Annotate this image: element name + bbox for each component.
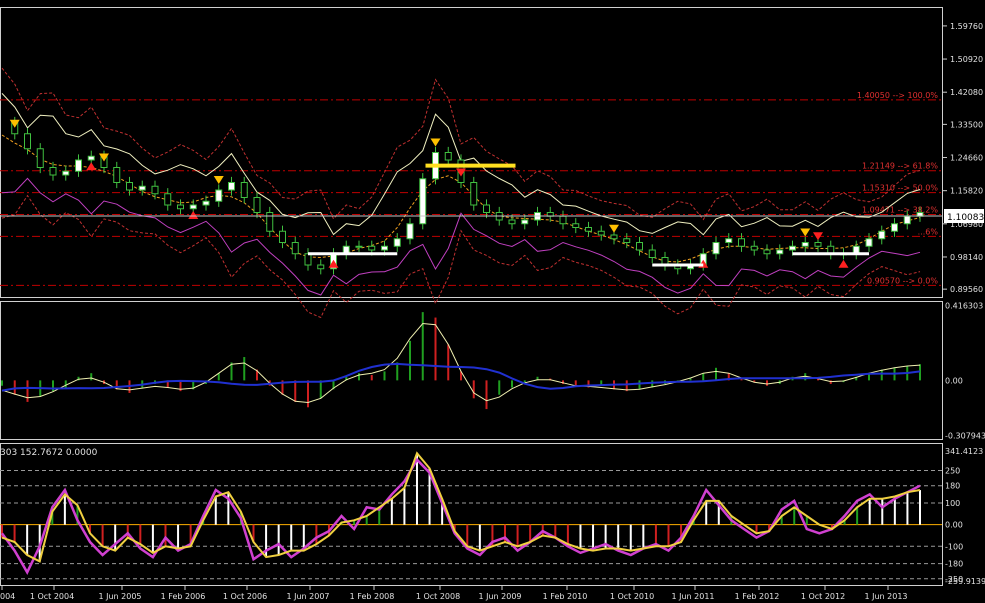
oscillator-tick-label: 0.00 [945,376,963,385]
candle-body [865,238,873,247]
candle-body [355,245,363,248]
candle-body [610,234,618,240]
candle-body [712,242,720,255]
candle-body [189,204,197,210]
price-tick-label: 1.24660 [950,154,983,163]
candle-body [291,242,299,255]
candle-body [381,245,388,251]
candle-body [406,223,414,240]
candle-body [164,193,172,206]
candle-body [725,238,733,243]
candle-body [215,189,223,202]
cci-tick-label: 100 [945,499,960,508]
candle-body [304,253,312,266]
time-tick-label: 1 Jun 2011 [671,592,714,601]
candle-body [113,167,121,183]
price-tick-label: 1.50920 [950,55,983,64]
candle-body [572,223,580,228]
candle-body [266,212,274,232]
candle-body [763,249,771,255]
time-tick-label: 1 Feb 2008 [350,592,395,601]
cci-tick-label: 341.4123 [945,447,983,456]
price-tick-label: 1.42080 [950,88,983,97]
time-tick-label: 1 Oct 2010 [610,592,654,601]
time-tick-label: 1 Oct 2006 [223,592,267,601]
time-tick-label: 1 Oct 2012 [801,592,845,601]
candle-body [801,242,809,247]
time-tick-label: 1 Jun 2013 [864,592,907,601]
fib-level-label: ...6% [918,227,939,236]
fib-level-label: 0.90570 --> 0.0% [867,276,938,285]
oscillator-tick-label: -0.307943 [945,432,985,441]
candle-body [36,148,44,168]
candle-body [138,185,146,191]
candle-body [903,215,911,225]
candle-body [521,219,529,225]
cci-tick-label: 180 [945,482,960,491]
candle-body [636,242,643,251]
time-tick-label: 1 Feb 2006 [161,592,206,601]
candle-body [738,238,745,247]
candle-body [789,245,796,251]
candle-body [368,245,376,251]
candle-body [814,242,822,247]
candle-body [648,249,656,258]
cci-tick-label: -180 [945,560,963,569]
candle-body [776,249,784,255]
fib-level-label: 1.15310 --> 50.0% [862,184,938,193]
candle-body [240,182,248,198]
time-tick-label: 1 Oct 2008 [416,592,460,601]
cci-header-label: 303 152.7672 0.0000 [0,448,98,458]
price-tick-label: 1.33500 [950,120,983,129]
fib-level-label: 1.09471 --> 38.2% [862,205,938,214]
candle-body [253,197,261,213]
candle-body [470,182,478,206]
time-tick-label: 1 Oct 2004 [30,592,74,601]
candle-body [419,178,427,225]
time-tick-label: 004 [0,592,15,601]
candle-body [87,155,95,161]
price-tick-label: 0.98140 [950,253,983,262]
fib-level-label: 1.40050 --> 100.0% [857,91,939,100]
candle-body [878,230,886,240]
candle-body [597,230,605,236]
candle-body [279,230,286,243]
candle-body [49,167,57,176]
time-tick-label: 1 Jun 2009 [478,592,521,601]
oscillator-tick-label: 0.416303 [945,302,983,311]
trading-terminal-chart-window[interactable]: 1.40050 --> 100.0% 1.21149 --> 61.8% 1.153… [0,0,985,603]
candle-body [559,215,567,225]
candle-body [393,238,401,247]
cci-tick-label: -100 [945,542,963,551]
time-tick-label: 1 Feb 2010 [543,592,588,601]
candle-body [891,223,898,232]
candle-body [202,200,210,206]
candle-body [585,227,592,232]
candle-body [508,219,516,225]
candle-body [228,182,235,191]
candle-body [317,264,325,270]
time-tick-label: 1 Feb 2012 [735,592,780,601]
time-tick-label: 1 Jun 2007 [286,592,329,601]
cci-tick-label: 0.00 [945,521,963,530]
current-price-label: 1.10083 [947,213,984,223]
cci-tick-label: 250 [945,467,960,476]
candle-body [177,204,184,210]
candle-body [62,170,70,176]
candle-body [126,182,133,191]
fib-level-label: 1.21149 --> 61.8% [862,162,938,171]
candle-body [24,133,31,150]
price-tick-label: 1.15820 [950,187,983,196]
candle-body [623,238,631,243]
candle-body [483,204,490,213]
cci-tick-label: -259.9139 [945,577,985,586]
candle-body [151,185,159,195]
candle-body [444,152,452,161]
time-tick-label: 1 Jun 2005 [98,592,141,601]
price-tick-label: 0.89560 [950,285,983,294]
price-tick-label: 1.59760 [950,22,983,31]
candle-body [750,245,758,251]
candle-body [75,159,82,172]
